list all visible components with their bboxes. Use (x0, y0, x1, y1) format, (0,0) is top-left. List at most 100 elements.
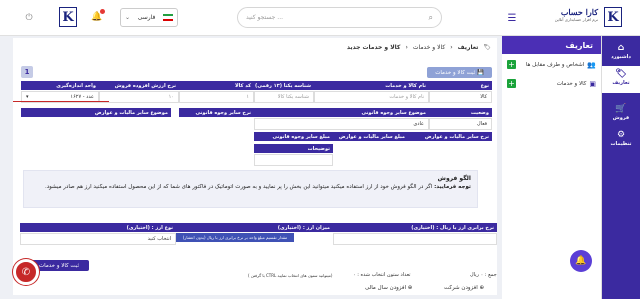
breadcrumb: 🏷 تعاریف ‹ کالا و خدمات ‹ کالا و خدمات ج… (347, 44, 491, 51)
notification-badge (100, 9, 105, 14)
nav-dashboard[interactable]: ⌂ داشبورد (602, 40, 640, 66)
currency-tooltip: مقدار تقسیم مبلغ واحد بر نرخ برابری ارز … (176, 233, 294, 242)
header-status: وضعیت (429, 108, 492, 117)
notification-fab-icon[interactable]: 🔔 (570, 250, 592, 272)
language-label: فارسی (137, 14, 156, 21)
brand: کارا حساب نرم افزار حسابداری آنلاین (528, 7, 598, 29)
header-vat: نرخ ارزش افزوده فروش (99, 81, 179, 90)
currency-select-value: انتخاب کنید (147, 236, 171, 242)
add-icon[interactable]: + (507, 60, 516, 69)
brand-title: کارا حساب (560, 7, 598, 17)
add-fiscal-year-label: افزودن سال مالی (365, 285, 406, 291)
menu-item-goods[interactable]: + کالا و خدمات ▣ (502, 77, 602, 91)
header-code: کد کالا (179, 81, 254, 90)
chevron-down-icon: ▾ (26, 94, 29, 100)
header-type: نوع (429, 81, 492, 90)
nav-sales-label: فروش (612, 115, 630, 121)
home-icon: ⌂ (617, 43, 625, 53)
header-currency-amount: میزان ارز : (اختیاری) (176, 223, 333, 232)
tab-number[interactable]: 1 (21, 66, 33, 78)
barcode-placeholder: شناسه یکتا کالا (277, 94, 309, 100)
save-icon: 💾 (476, 69, 484, 76)
breadcrumb-sep: ‹ (405, 44, 408, 51)
save-label: ثبت کالا و خدمات (38, 262, 79, 269)
header-currency-type: نوع ارز : (اختیاری) (20, 223, 176, 232)
search-icon: ⌕ (428, 12, 433, 22)
language-select[interactable]: ⌄ فارسی (120, 8, 178, 27)
nav-definitions[interactable]: 🏷 تعاریف (602, 66, 640, 93)
nav-dashboard-label: داشبورد (611, 54, 631, 60)
chevron-down-icon: ⌄ (125, 14, 131, 21)
info-title: الگو فروش (437, 175, 471, 182)
add-fiscal-year-link[interactable]: افزودن سال مالی ⊕ (365, 285, 412, 291)
vat-value: ۱۰ (168, 94, 174, 100)
status-value: فعال (477, 121, 487, 127)
type-value: کالا (480, 94, 487, 100)
app-logo[interactable]: K (604, 7, 622, 27)
name-input[interactable]: نام کالا و خدمات (314, 91, 429, 103)
header-barcode: شناسه یکتا (۱۳ رقمی) (254, 81, 314, 90)
add-company-label: افزودن شرکت (444, 285, 478, 291)
name-placeholder: نام کالا و خدمات (389, 94, 424, 100)
save-label: ثبت کالا و خدمات (435, 69, 476, 76)
support-chat-icon[interactable]: ✆ (13, 259, 39, 285)
vat-input[interactable]: ۱۰ (99, 91, 179, 103)
info-text: توجه فرمایید: اگر در الگو فروش خود از ار… (30, 184, 471, 190)
cart-icon: 🛒 (615, 104, 627, 114)
info-note-text: اگر در الگو فروش خود از ارز استفاده میکن… (44, 184, 433, 190)
hamburger-icon[interactable]: ☰ (505, 11, 519, 25)
top-bar: ⏻ K 🔔 ⌄ فارسی جستجو کنید ... ⌕ ☰ کارا حس… (0, 0, 640, 36)
brand-subtitle: نرم افزار حسابداری آنلاین (554, 17, 598, 22)
people-icon: 👥 (587, 61, 596, 69)
header-description: توضیحات (254, 144, 333, 153)
gear-icon: ⚙ (616, 130, 626, 140)
nav-sales[interactable]: 🛒 فروش (602, 102, 640, 126)
save-button-top[interactable]: ثبت کالا و خدمات 💾 (427, 67, 492, 78)
description-input[interactable] (254, 154, 333, 166)
header-legal-rate: نرخ سایر وجوه قانونی (179, 108, 254, 117)
search-placeholder: جستجو کنید ... (246, 14, 284, 21)
add-company-link[interactable]: افزودن شرکت ⊕ (444, 285, 484, 291)
header-tax-subject: موضوع سایر مالیات و عوارض (21, 108, 171, 117)
header-unit: واحد اندازه‌گیری (21, 81, 99, 90)
footer-hint: ( با گرفتن CTRL میتوانید ستون های انتخاب… (248, 273, 333, 278)
plus-circle-icon: ⊕ (407, 285, 413, 291)
barcode-input[interactable]: شناسه یکتا کالا (254, 91, 314, 103)
add-icon[interactable]: + (507, 79, 516, 88)
menu-item-persons[interactable]: + اشخاص و طرف مقابل ها 👥 (502, 58, 602, 72)
code-value: ۱ (246, 94, 249, 100)
currency-type-select[interactable]: انتخاب کنید (20, 233, 176, 245)
header-name: نام کالا و خدمات (314, 81, 429, 90)
power-icon[interactable]: ⏻ (22, 11, 36, 25)
tag-icon: 🏷 (483, 44, 491, 51)
exchange-rate-input[interactable] (333, 233, 497, 245)
type-select[interactable]: کالا (429, 91, 492, 103)
unit-value: ۱۶۲۷ - عدد (70, 94, 94, 100)
unit-underline (13, 101, 109, 102)
legal-subject-select[interactable]: عادی (254, 118, 429, 130)
info-note-label: توجه فرمایید: (434, 184, 471, 190)
breadcrumb-root[interactable]: تعاریف (458, 44, 479, 51)
nav-settings-label: تنظیمات (610, 141, 632, 147)
breadcrumb-mid[interactable]: کالا و خدمات (413, 44, 445, 51)
nav-definitions-label: تعاریف (612, 80, 630, 86)
box-icon: ▣ (589, 80, 596, 88)
code-input[interactable]: ۱ (179, 91, 254, 103)
header-exchange-rate: نرخ برابری ارز با ریال : (اختیاری) (333, 223, 497, 232)
header-tax-amount: مبلغ سایر مالیات و عوارض (333, 132, 408, 141)
main-panel: 🏷 تعاریف ‹ کالا و خدمات ‹ کالا و خدمات ج… (13, 38, 497, 295)
breadcrumb-sep: ‹ (450, 44, 453, 51)
sales-pattern-info: الگو فروش توجه فرمایید: اگر در الگو فروش… (23, 170, 478, 208)
status-select[interactable]: فعال (429, 118, 492, 130)
tag-icon: 🏷 (615, 69, 627, 79)
menu-item-goods-label: کالا و خدمات (556, 81, 587, 87)
nav-settings[interactable]: ⚙ تنظیمات (602, 128, 640, 154)
footer-sum: جمع : ۰ ریال (470, 272, 497, 278)
footer-count: تعداد ستون انتخاب شده : ۰ (353, 272, 411, 278)
right-nav: ⌂ داشبورد 🏷 تعاریف 🛒 فروش ⚙ تنظیمات (602, 36, 640, 299)
company-logo[interactable]: K (59, 7, 77, 27)
search-input[interactable]: جستجو کنید ... ⌕ (237, 7, 442, 28)
header-tax-rate: نرخ سایر مالیات و عوارض (408, 132, 492, 141)
breadcrumb-current: کالا و خدمات جدید (346, 44, 401, 51)
plus-circle-icon: ⊕ (479, 285, 485, 291)
